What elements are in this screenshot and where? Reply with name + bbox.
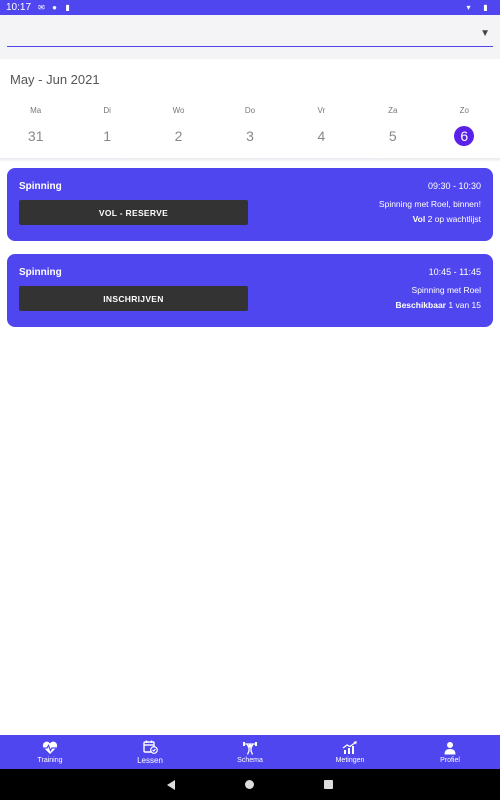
notification-sim-icon: ▮ bbox=[65, 3, 70, 12]
lesson-time: 10:45 - 11:45 bbox=[428, 267, 481, 277]
day-number[interactable]: 2 bbox=[169, 126, 189, 146]
lesson-description: Spinning met Roel bbox=[411, 285, 481, 295]
day-fri[interactable]: Vr 4 bbox=[286, 104, 357, 156]
nav-lessen[interactable]: Lessen bbox=[100, 735, 200, 769]
nav-label: Metingen bbox=[335, 756, 365, 764]
nav-label: Lessen bbox=[137, 755, 163, 765]
location-select[interactable]: ▼ bbox=[0, 15, 500, 59]
day-picker-divider bbox=[0, 158, 500, 162]
day-number[interactable]: 5 bbox=[383, 126, 403, 146]
day-number-selected[interactable]: 6 bbox=[454, 126, 475, 146]
week-day-picker: Ma 31 Di 1 Wo 2 Do 3 Vr 4 Za 5 Zo 6 bbox=[0, 104, 500, 156]
heart-pulse-icon bbox=[42, 741, 58, 754]
nav-schema[interactable]: Schema bbox=[200, 735, 300, 769]
day-name: Zo bbox=[459, 106, 469, 115]
notification-app-icon: ● bbox=[52, 3, 57, 12]
person-icon bbox=[444, 741, 456, 754]
nav-label: Training bbox=[37, 756, 63, 764]
lesson-card[interactable]: Spinning 09:30 - 10:30 Spinning met Roel… bbox=[7, 168, 493, 241]
day-mon[interactable]: Ma 31 bbox=[0, 104, 71, 156]
lesson-status-label: Beschikbaar bbox=[395, 300, 446, 310]
month-label: May - Jun 2021 bbox=[10, 72, 100, 87]
dropdown-arrow-icon[interactable]: ▼ bbox=[480, 28, 490, 39]
enroll-button[interactable]: INSCHRIJVEN bbox=[19, 286, 248, 311]
day-number[interactable]: 3 bbox=[240, 126, 260, 146]
day-sun[interactable]: Zo 6 bbox=[429, 104, 500, 156]
lesson-title: Spinning bbox=[19, 267, 62, 278]
back-icon[interactable] bbox=[167, 779, 175, 790]
status-bar: 10:17 ✉ ● ▮ ▾ ▮ bbox=[0, 0, 500, 15]
day-sat[interactable]: Za 5 bbox=[357, 104, 428, 156]
day-number[interactable]: 31 bbox=[26, 126, 46, 146]
wifi-icon: ▾ bbox=[466, 3, 471, 12]
reserve-button[interactable]: VOL - RESERVE bbox=[19, 200, 248, 225]
lesson-status-label: Vol bbox=[412, 214, 426, 224]
day-name: Do bbox=[244, 106, 256, 115]
nav-label: Schema bbox=[237, 756, 263, 764]
day-tue[interactable]: Di 1 bbox=[71, 104, 142, 156]
lesson-description: Spinning met Roel, binnen! bbox=[378, 199, 481, 209]
day-name: Za bbox=[388, 106, 398, 115]
lesson-status-detail: 2 op wachtlijst bbox=[427, 214, 481, 224]
day-wed[interactable]: Wo 2 bbox=[143, 104, 214, 156]
select-field[interactable] bbox=[7, 21, 493, 47]
lesson-status-detail: 1 van 15 bbox=[448, 300, 481, 310]
calendar-check-icon bbox=[143, 740, 158, 754]
lesson-status: Vol 2 op wachtlijst bbox=[413, 214, 481, 224]
home-icon[interactable] bbox=[245, 780, 254, 789]
day-name: Di bbox=[103, 106, 111, 115]
notification-mail-icon: ✉ bbox=[38, 3, 45, 12]
day-name: Ma bbox=[30, 106, 42, 115]
day-name: Vr bbox=[317, 106, 326, 115]
lesson-time: 09:30 - 10:30 bbox=[427, 181, 481, 191]
nav-label: Profiel bbox=[440, 756, 460, 764]
recents-icon[interactable] bbox=[324, 780, 333, 789]
chart-up-icon bbox=[342, 740, 357, 754]
status-time: 10:17 bbox=[6, 2, 32, 13]
lesson-status: Beschikbaar 1 van 15 bbox=[395, 300, 481, 310]
lesson-title: Spinning bbox=[19, 181, 62, 192]
battery-icon: ▮ bbox=[483, 3, 488, 12]
day-name: Wo bbox=[172, 106, 185, 115]
nav-training[interactable]: Training bbox=[0, 735, 100, 769]
day-number[interactable]: 1 bbox=[97, 126, 117, 146]
bottom-navigation: Training Lessen Schema Metingen Profiel bbox=[0, 735, 500, 769]
day-thu[interactable]: Do 3 bbox=[214, 104, 285, 156]
day-number[interactable]: 4 bbox=[311, 126, 331, 146]
nav-metingen[interactable]: Metingen bbox=[300, 735, 400, 769]
system-navigation-bar bbox=[0, 769, 500, 800]
lesson-card[interactable]: Spinning 10:45 - 11:45 Spinning met Roel… bbox=[7, 254, 493, 327]
nav-profiel[interactable]: Profiel bbox=[400, 735, 500, 769]
weightlifter-icon bbox=[243, 741, 257, 755]
